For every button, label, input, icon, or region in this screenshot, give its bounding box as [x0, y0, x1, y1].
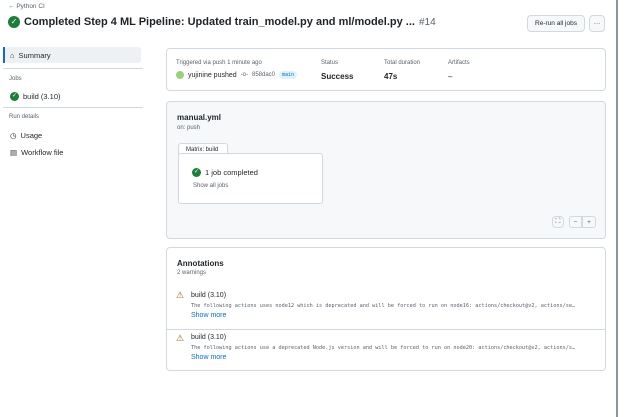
status-label: Status — [321, 60, 339, 66]
fullscreen-icon: ⛶ — [555, 218, 561, 225]
fullscreen-button[interactable]: ⛶ — [552, 216, 564, 228]
sidebar-item-summary[interactable]: ⌂ Summary — [5, 47, 141, 63]
duration-value: 47s — [384, 72, 398, 81]
run-details-heading: Run details — [9, 114, 40, 120]
annotation-item: ⚠ build (3.10) The following actions use… — [167, 286, 605, 329]
annotation-item: ⚠ build (3.10) The following actions use… — [167, 328, 605, 371]
workflow-file-name[interactable]: manual.yml — [177, 113, 221, 122]
job-status-text: 1 job completed — [205, 168, 258, 177]
avatar — [176, 71, 184, 79]
run-number: #14 — [418, 16, 436, 28]
status-value: Success — [321, 72, 354, 81]
warning-icon: ⚠ — [176, 333, 185, 343]
job-label: build (3.10) — [23, 91, 61, 101]
matrix-job-box[interactable]: ✓ 1 job completed Show all jobs — [178, 153, 323, 204]
success-check-icon: ✓ — [10, 91, 19, 101]
zoom-out-button[interactable]: − — [569, 216, 582, 228]
annotation-message: The following actions uses node12 which … — [191, 303, 576, 309]
commit-icon: -o- — [240, 72, 248, 78]
workflow-graph-card: manual.yml on: push Matrix: build ✓ 1 job… — [166, 101, 606, 239]
summary-label: Summary — [18, 50, 51, 60]
back-link[interactable]: ← Python CI — [8, 3, 45, 10]
clock-icon: ◷ — [10, 130, 17, 140]
success-check-icon: ✓ — [8, 16, 20, 28]
actor[interactable]: yujinine pushed — [188, 72, 237, 79]
job-status: ✓ 1 job completed — [192, 168, 258, 177]
artifacts-label: Artifacts — [448, 60, 470, 66]
sidebar-item-workflow-file[interactable]: ▤ Workflow file — [5, 144, 141, 160]
sidebar-job-build[interactable]: ✓ build (3.10) — [5, 88, 141, 104]
trigger-info: yujinine pushed -o- 858dac0 main — [176, 71, 298, 79]
show-more-link[interactable]: Show more — [191, 354, 226, 361]
commit-sha[interactable]: 858dac0 — [252, 72, 275, 78]
run-title: Completed Step 4 ML Pipeline: Updated tr… — [24, 16, 415, 28]
success-check-icon: ✓ — [192, 168, 201, 177]
trigger-label: Triggered via push 1 minute ago — [176, 60, 262, 66]
annotations-card: Annotations 2 warnings ⚠ build (3.10) Th… — [166, 247, 606, 371]
artifacts-value: – — [448, 72, 453, 81]
annotations-title: Annotations — [177, 259, 224, 268]
window-edge — [616, 0, 618, 417]
workflow-file-label: Workflow file — [21, 147, 64, 157]
divider — [3, 107, 143, 108]
run-summary-card: Triggered via push 1 minute ago yujinine… — [166, 48, 606, 91]
duration-label: Total duration — [384, 60, 421, 66]
annotations-count: 2 warnings — [177, 270, 207, 276]
plus-icon: + — [587, 218, 591, 226]
usage-label: Usage — [20, 130, 43, 140]
annotation-job[interactable]: build (3.10) — [191, 292, 226, 299]
show-all-jobs-link[interactable]: Show all jobs — [193, 183, 228, 189]
back-label: Python CI — [16, 3, 45, 10]
more-options-button[interactable]: ··· — [589, 15, 605, 32]
minus-icon: − — [573, 218, 578, 226]
annotation-message: The following actions use a deprecated N… — [191, 345, 576, 351]
warning-icon: ⚠ — [176, 290, 185, 300]
jobs-heading: Jobs — [9, 76, 22, 82]
file-icon: ▤ — [10, 147, 18, 157]
home-icon: ⌂ — [10, 50, 15, 60]
annotation-job[interactable]: build (3.10) — [191, 334, 226, 341]
page-title: ✓ Completed Step 4 ML Pipeline: Updated … — [8, 16, 436, 28]
show-more-link[interactable]: Show more — [191, 312, 226, 319]
zoom-in-button[interactable]: + — [582, 216, 596, 228]
workflow-trigger: on: push — [177, 125, 201, 131]
branch-badge[interactable]: main — [279, 71, 298, 79]
divider — [3, 68, 143, 69]
sidebar-item-usage[interactable]: ◷ Usage — [5, 127, 141, 143]
rerun-all-jobs-button[interactable]: Re-run all jobs — [527, 15, 585, 32]
